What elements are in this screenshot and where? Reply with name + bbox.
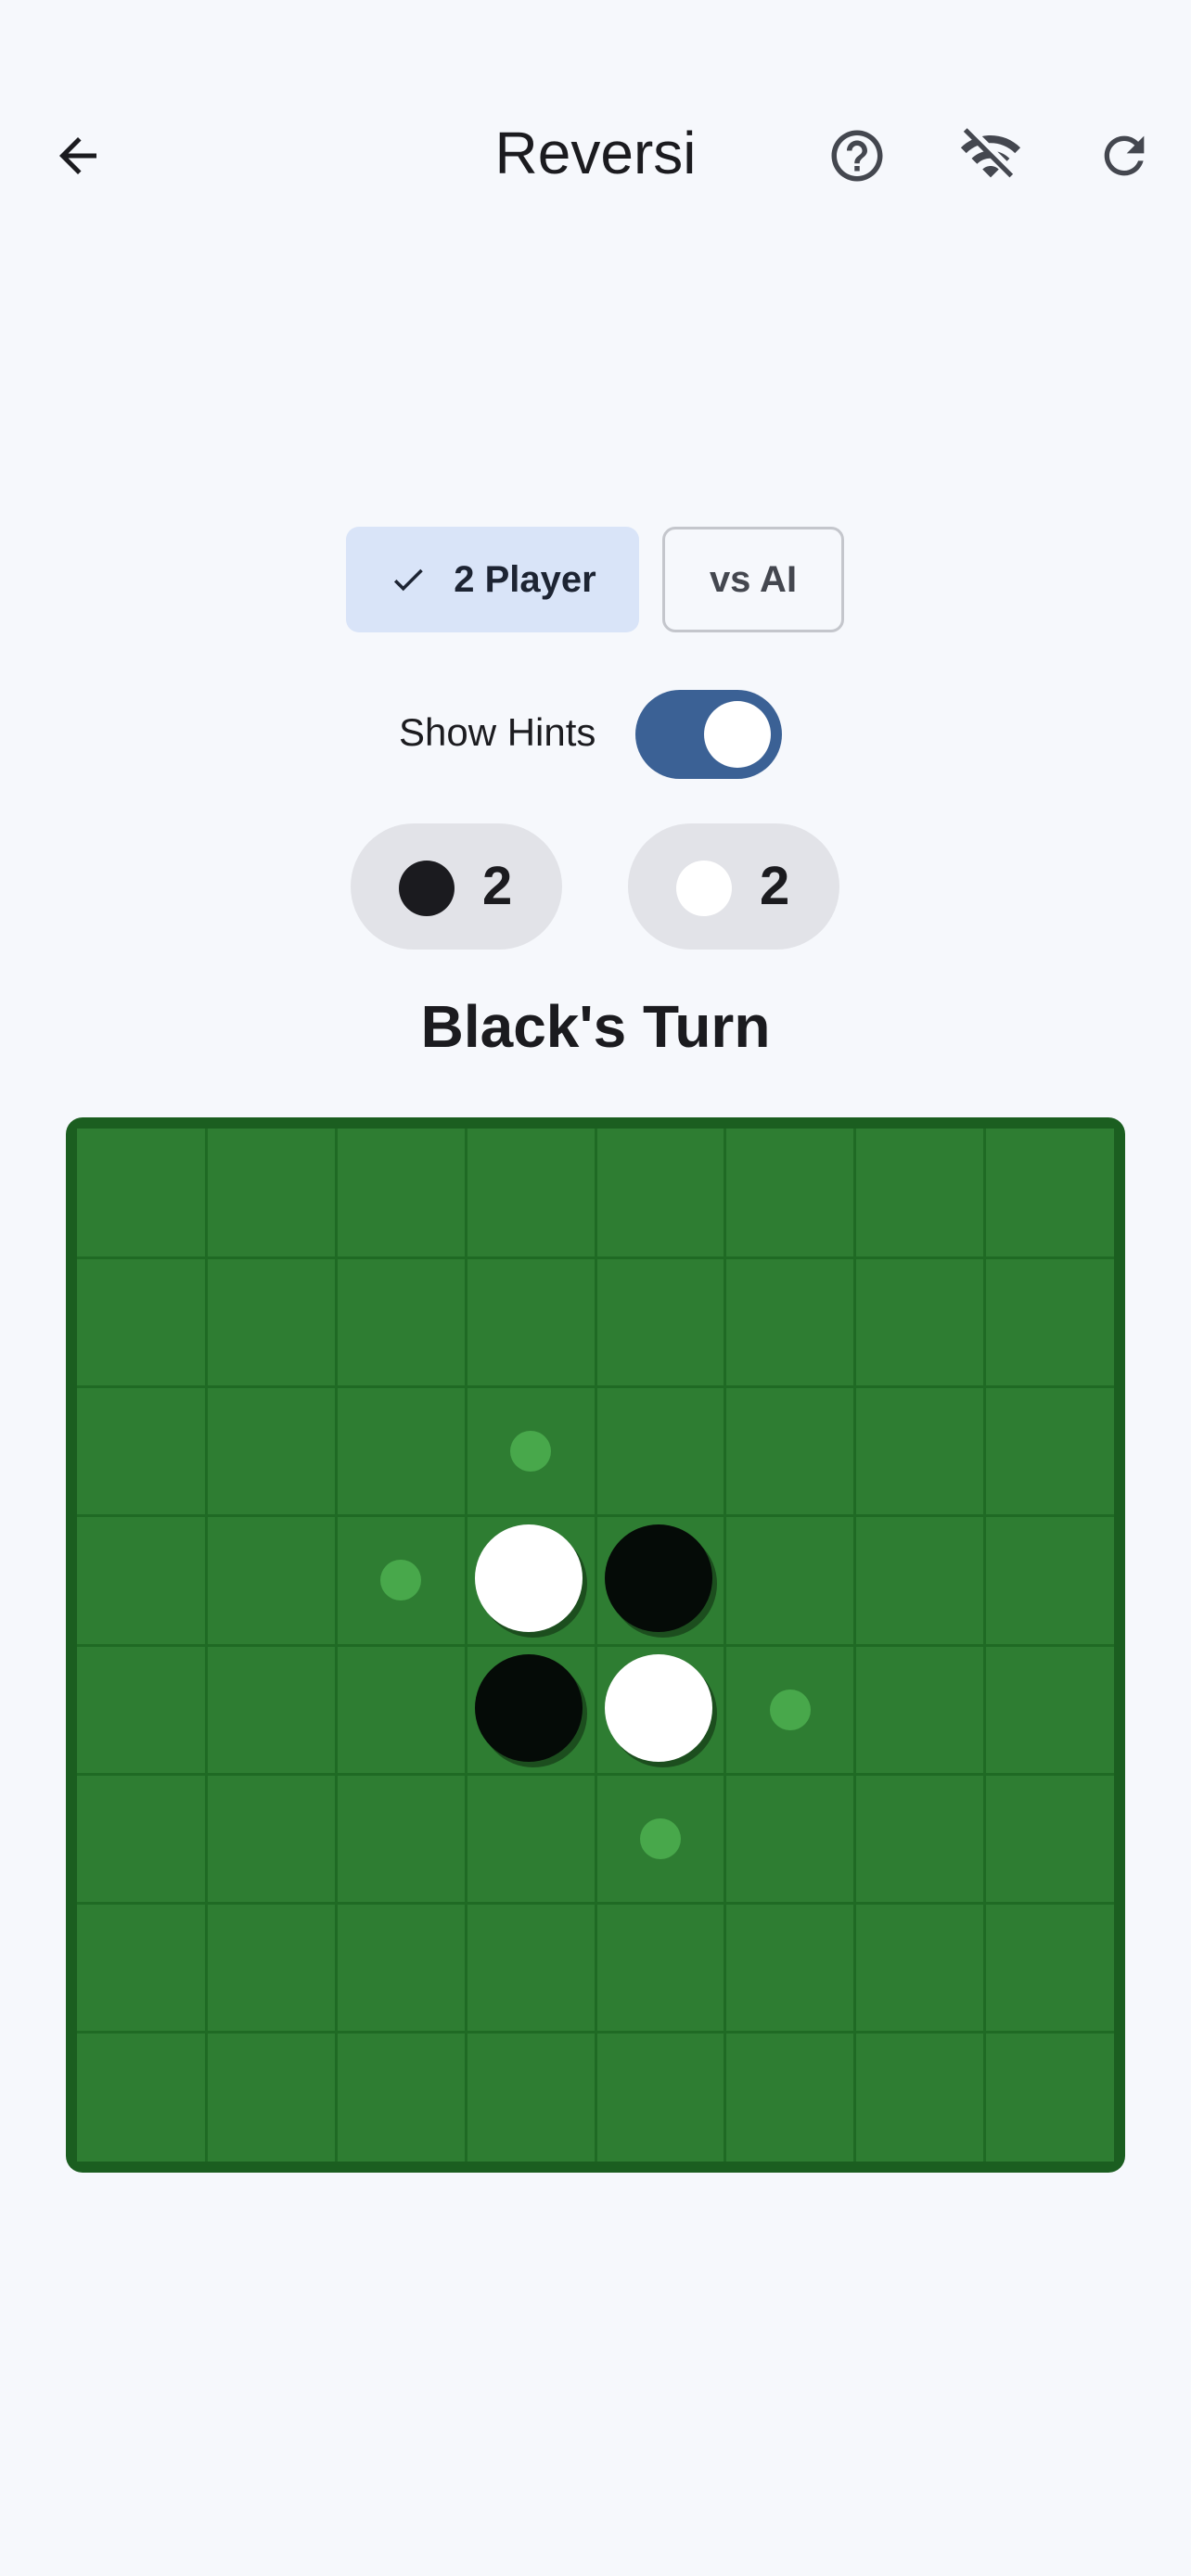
board-cell[interactable] xyxy=(984,2033,1114,2162)
board-cell[interactable] xyxy=(596,2033,725,2162)
check-icon xyxy=(394,568,424,592)
board-cell[interactable] xyxy=(725,1129,855,1257)
mode-two-player-label: 2 Player xyxy=(454,558,596,600)
board-cell[interactable] xyxy=(77,1129,207,1257)
board-cell[interactable] xyxy=(466,1774,596,1903)
board-cell[interactable] xyxy=(725,1774,855,1903)
board-cell[interactable] xyxy=(207,1904,337,2033)
wifi-off-icon xyxy=(960,128,1021,178)
refresh-icon xyxy=(1104,135,1145,176)
black-disc-icon xyxy=(399,861,455,916)
black-piece xyxy=(604,1524,712,1633)
mode-vs-ai-button[interactable]: vs AI xyxy=(662,527,844,632)
board-cell[interactable] xyxy=(725,1516,855,1645)
board-cell[interactable] xyxy=(855,2033,985,2162)
board-cell[interactable] xyxy=(596,1904,725,2033)
board-cell[interactable] xyxy=(77,1904,207,2033)
board-cell[interactable] xyxy=(984,1904,1114,2033)
board-cell[interactable] xyxy=(466,1904,596,2033)
board-cell[interactable] xyxy=(337,1129,467,1257)
game-mode-selector: 2 Player vs AI xyxy=(0,527,1191,632)
board-cell[interactable] xyxy=(725,1387,855,1516)
online-mode-button[interactable] xyxy=(946,111,1035,200)
turn-indicator: Black's Turn xyxy=(420,993,771,1060)
board-cell[interactable] xyxy=(596,1387,725,1516)
board-cell[interactable] xyxy=(207,1387,337,1516)
board-cell[interactable] xyxy=(77,1387,207,1516)
board-cell[interactable] xyxy=(337,1387,467,1516)
board-cell[interactable] xyxy=(984,1516,1114,1645)
black-piece xyxy=(475,1653,583,1762)
move-hint-dot[interactable] xyxy=(639,1817,681,1859)
board-cell[interactable] xyxy=(855,1387,985,1516)
board-cell[interactable] xyxy=(207,2033,337,2162)
board-cell[interactable] xyxy=(596,1129,725,1257)
board-cell[interactable] xyxy=(855,1774,985,1903)
mode-two-player-button[interactable]: 2 Player xyxy=(346,527,639,632)
board-cell[interactable] xyxy=(337,2033,467,2162)
board-cell[interactable] xyxy=(77,2033,207,2162)
board-cell[interactable] xyxy=(207,1645,337,1774)
board-grid xyxy=(77,1129,1114,2162)
board-cell[interactable] xyxy=(207,1257,337,1386)
white-score-chip: 2 xyxy=(628,823,839,950)
move-hint-dot[interactable] xyxy=(510,1431,552,1473)
restart-button[interactable] xyxy=(1080,111,1169,200)
board-cell[interactable] xyxy=(77,1257,207,1386)
move-hint-dot[interactable] xyxy=(769,1689,811,1730)
board-cell[interactable] xyxy=(855,1516,985,1645)
board-cell[interactable] xyxy=(337,1904,467,2033)
board-cell[interactable] xyxy=(466,1129,596,1257)
board-cell[interactable] xyxy=(725,2033,855,2162)
board-cell[interactable] xyxy=(725,1904,855,2033)
show-hints-label: Show Hints xyxy=(399,710,596,754)
board-cell[interactable] xyxy=(337,1257,467,1386)
board-cell[interactable] xyxy=(337,1774,467,1903)
toggle-knob xyxy=(704,701,771,768)
game-board xyxy=(66,1117,1125,2173)
board-cell[interactable] xyxy=(77,1774,207,1903)
board-cell[interactable] xyxy=(984,1257,1114,1386)
board-cell[interactable] xyxy=(855,1904,985,2033)
board-cell[interactable] xyxy=(984,1774,1114,1903)
show-hints-row: Show Hints xyxy=(0,688,1191,781)
board-cell[interactable] xyxy=(77,1516,207,1645)
board-cell[interactable] xyxy=(855,1645,985,1774)
mode-vs-ai-label: vs AI xyxy=(709,558,798,600)
board-cell[interactable] xyxy=(725,1257,855,1386)
white-piece xyxy=(475,1524,583,1633)
board-cell[interactable] xyxy=(207,1516,337,1645)
board-cell[interactable] xyxy=(855,1257,985,1386)
board-cell[interactable] xyxy=(984,1129,1114,1257)
app-bar: Reversi xyxy=(0,88,1191,223)
board-cell[interactable] xyxy=(466,1257,596,1386)
board-cell[interactable] xyxy=(466,2033,596,2162)
board-cell[interactable] xyxy=(984,1387,1114,1516)
board-cell[interactable] xyxy=(77,1645,207,1774)
board-cell[interactable] xyxy=(207,1774,337,1903)
help-button[interactable] xyxy=(813,111,902,200)
board-cell[interactable] xyxy=(984,1645,1114,1774)
board-cell[interactable] xyxy=(207,1129,337,1257)
help-circle-icon xyxy=(831,130,883,182)
board-cell[interactable] xyxy=(855,1129,985,1257)
board-cell[interactable] xyxy=(596,1257,725,1386)
black-score-count: 2 xyxy=(482,856,513,916)
white-score-count: 2 xyxy=(760,856,790,916)
board-cell[interactable] xyxy=(337,1645,467,1774)
show-hints-toggle[interactable] xyxy=(635,690,782,779)
black-score-chip: 2 xyxy=(351,823,562,950)
white-disc-icon xyxy=(676,861,732,916)
white-piece xyxy=(604,1653,712,1762)
